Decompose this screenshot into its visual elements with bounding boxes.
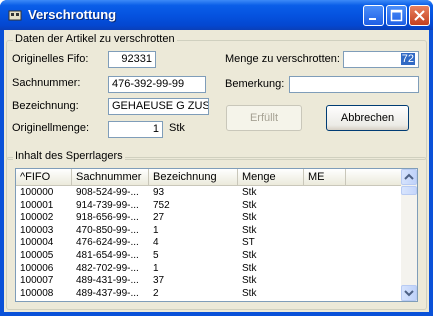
bezeichnung-cell: 5 (153, 250, 159, 261)
menge-field[interactable]: 72 (343, 51, 419, 68)
close-icon (414, 10, 425, 21)
originalmenge-field[interactable]: 1 (108, 121, 163, 138)
sachnummer-field[interactable]: 476-392-99-99 (108, 76, 206, 93)
fifo-cell: 100007 (20, 275, 54, 287)
close-button[interactable] (409, 5, 430, 26)
sachnummer-cell: 470-850-99-... (76, 224, 139, 236)
sperrlager-group-label: Inhalt des Sperrlagers (13, 150, 125, 162)
chevron-up-icon (404, 173, 414, 180)
bezeichnung-label: Bezeichnung: (12, 100, 79, 112)
menge-cell: Stk (242, 250, 257, 261)
table-row[interactable]: 100007 489-431-99-... 37 Stk (16, 275, 402, 287)
window-title: Verschrottung (28, 7, 117, 22)
bezeichnung-cell: 93 (153, 187, 165, 198)
table-row[interactable]: 100000 908-524-99-... 93 Stk (16, 187, 402, 199)
menge-cell: Stk (242, 212, 257, 224)
sachnummer-cell: 908-524-99-... (76, 187, 139, 198)
dialog-client-area: Daten der Artikel zu verschrotten Origin… (4, 30, 429, 312)
bemerkung-field[interactable] (289, 76, 419, 93)
menge-cell: ST (242, 237, 255, 249)
fifo-cell: 100006 (20, 262, 54, 274)
scroll-up-button[interactable] (401, 169, 417, 185)
sachnummer-cell: 482-702-99-... (76, 262, 139, 274)
originalmenge-label: Originellmenge: (12, 122, 90, 134)
sperrlager-list[interactable]: ^FIFO Sachnummer Bezeichnung Menge ME 10… (15, 168, 418, 302)
sachnummer-cell: 489-437-99-... (76, 287, 139, 299)
column-header-me[interactable]: ME (304, 169, 346, 186)
menge-cell: Stk (242, 199, 257, 211)
maximize-icon (390, 9, 403, 22)
bezeichnung-cell: 752 (153, 199, 170, 211)
minimize-button[interactable] (363, 5, 384, 26)
scroll-down-button[interactable] (401, 285, 417, 301)
table-row[interactable]: 100002 918-656-99-... 27 Stk (16, 212, 402, 224)
orig-fifo-label: Originelles Fifo: (12, 53, 89, 65)
app-icon (8, 10, 22, 21)
bezeichnung-cell: 4 (153, 237, 159, 249)
fifo-cell: 100005 (20, 250, 54, 261)
fifo-cell: 100000 (20, 187, 54, 198)
table-row[interactable]: 100001 914-739-99-... 752 Stk (16, 200, 402, 212)
column-header-fifo[interactable]: ^FIFO (16, 169, 72, 186)
table-row[interactable]: 100003 470-850-99-... 1 Stk (16, 225, 402, 237)
scroll-thumb[interactable] (401, 186, 417, 195)
bezeichnung-field[interactable]: GEHAEUSE G ZUS (108, 98, 209, 115)
sachnummer-cell: 481-654-99-... (76, 250, 139, 261)
article-data-group-label: Daten der Artikel zu verschrotten (13, 33, 177, 45)
column-header-bezeichnung[interactable]: Bezeichnung (149, 169, 238, 186)
originalmenge-unit: Stk (169, 122, 185, 134)
vertical-scrollbar[interactable] (401, 169, 417, 301)
menge-label: Menge zu verschrotten: (225, 53, 340, 65)
menge-cell: Stk (242, 262, 257, 274)
fifo-cell: 100003 (20, 224, 54, 236)
sachnummer-cell: 476-624-99-... (76, 237, 139, 249)
bezeichnung-cell: 2 (153, 287, 159, 299)
minimize-icon (369, 18, 376, 20)
sachnummer-cell: 914-739-99-... (76, 199, 139, 211)
menge-cell: Stk (242, 224, 257, 236)
column-header-sachnummer[interactable]: Sachnummer (72, 169, 149, 186)
title-bar[interactable]: Verschrottung (0, 0, 433, 30)
table-row[interactable]: 100004 476-624-99-... 4 ST (16, 237, 402, 249)
bezeichnung-cell: 37 (153, 275, 165, 287)
app-window: Verschrottung Daten der Artikel zu versc… (0, 0, 433, 316)
orig-fifo-field[interactable]: 92331 (108, 51, 156, 68)
table-row[interactable]: 100008 489-437-99-... 2 Stk (16, 288, 402, 300)
bemerkung-label: Bemerkung: (225, 78, 285, 90)
table-row[interactable]: 100005 481-654-99-... 5 Stk (16, 250, 402, 262)
column-header-menge[interactable]: Menge (238, 169, 304, 186)
menge-cell: Stk (242, 275, 257, 287)
abbrechen-button[interactable]: Abbrechen (326, 105, 409, 131)
sachnummer-cell: 489-431-99-... (76, 275, 139, 287)
column-header-filler (346, 169, 403, 186)
erfuellt-button[interactable]: Erfüllt (226, 105, 302, 131)
menge-cell: Stk (242, 287, 257, 299)
menge-value: 72 (400, 53, 415, 65)
fifo-cell: 100001 (20, 199, 54, 211)
table-row[interactable]: 100006 482-702-99-... 1 Stk (16, 263, 402, 275)
fifo-cell: 100002 (20, 212, 54, 224)
chevron-down-icon (404, 290, 414, 297)
bezeichnung-cell: 27 (153, 212, 165, 224)
menge-cell: Stk (242, 187, 257, 198)
bezeichnung-cell: 1 (153, 262, 159, 274)
sachnummer-cell: 918-656-99-... (76, 212, 139, 224)
fifo-cell: 100004 (20, 237, 54, 249)
bezeichnung-cell: 1 (153, 224, 159, 236)
sachnummer-label: Sachnummer: (12, 77, 81, 89)
maximize-button[interactable] (386, 5, 407, 26)
fifo-cell: 100008 (20, 287, 54, 299)
